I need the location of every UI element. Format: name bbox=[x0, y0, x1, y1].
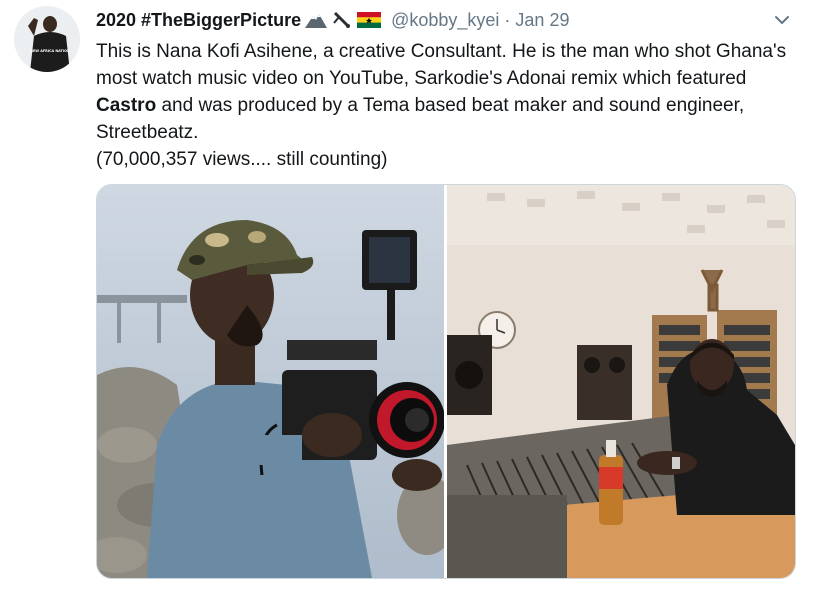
user-handle[interactable]: @kobby_kyei bbox=[391, 10, 499, 31]
photo-man-with-camera[interactable] bbox=[97, 185, 444, 578]
tweet-text-part1: This is Nana Kofi Asihene, a creative Co… bbox=[96, 41, 787, 89]
separator-dot: · bbox=[504, 9, 511, 30]
ghana-flag-icon bbox=[357, 12, 382, 28]
media-grid bbox=[96, 184, 796, 579]
tweet-header: 2020 #TheBiggerPicture @kobby_kyei · Jan… bbox=[96, 8, 794, 32]
avatar-shirt-text: NEW AFRICA NATION bbox=[30, 49, 70, 53]
chevron-down-icon[interactable] bbox=[772, 10, 792, 30]
tweet-text-part2: and was produced by a Tema based beat ma… bbox=[96, 95, 745, 143]
views-count-line: (70,000,357 views.... still counting) bbox=[96, 149, 388, 170]
mountain-icon bbox=[305, 12, 328, 28]
avatar[interactable]: NEW AFRICA NATION bbox=[14, 6, 80, 72]
tweet-bold-mention: Castro bbox=[96, 95, 157, 116]
tweet-card[interactable]: NEW AFRICA NATION 2020 #TheBiggerPicture bbox=[0, 0, 814, 594]
tweet-text: This is Nana Kofi Asihene, a creative Co… bbox=[96, 38, 802, 173]
satellite-dish-icon bbox=[331, 11, 353, 29]
display-name[interactable]: 2020 #TheBiggerPicture bbox=[96, 10, 301, 31]
tweet-date[interactable]: Jan 29 bbox=[515, 10, 569, 31]
photo-man-at-studio[interactable] bbox=[447, 185, 795, 578]
